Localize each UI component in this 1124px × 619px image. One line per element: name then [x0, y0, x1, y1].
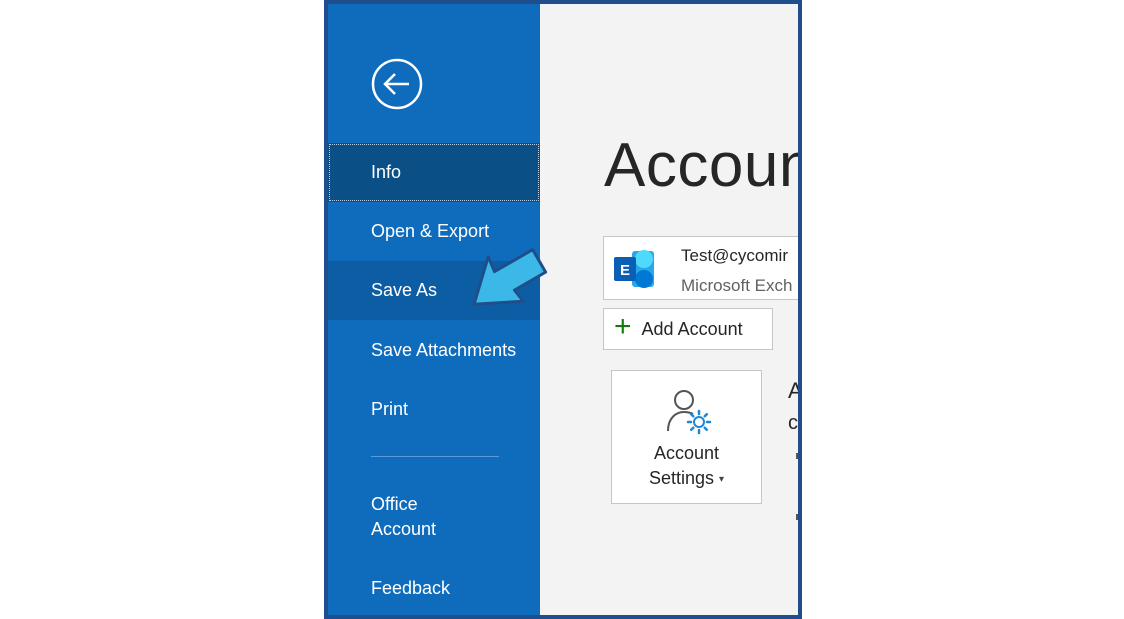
nav-item-save-attachments[interactable]: Save Attachments: [328, 321, 540, 380]
truncated-bullet: [796, 453, 798, 459]
truncated-text: c: [788, 412, 798, 434]
nav-item-label: Office Account: [371, 492, 436, 542]
account-email: Test@cycomir: [681, 246, 788, 265]
back-arrow-circle-icon: [371, 58, 423, 110]
nav-item-info[interactable]: Info: [328, 143, 540, 202]
nav-item-label: Open & Export: [371, 221, 490, 241]
account-settings-label-line1: Account: [653, 443, 720, 463]
page-title: Accoun: [604, 131, 802, 200]
nav-item-print[interactable]: Print: [328, 380, 540, 439]
add-account-button[interactable]: + Add Account: [603, 308, 773, 350]
exchange-icon: E: [614, 250, 654, 288]
pointer-arrow-icon: [472, 248, 548, 306]
nav-item-label: Info: [371, 162, 402, 182]
back-button[interactable]: [371, 58, 423, 110]
account-settings-button[interactable]: Account Settings ▾: [611, 370, 762, 504]
account-type: Microsoft Exch: [681, 276, 793, 295]
nav-item-label-line2: Account: [371, 519, 437, 539]
truncated-heading: A: [788, 378, 802, 403]
nav-item-label: Feedback: [371, 578, 451, 598]
account-selector[interactable]: E Test@cycomir Microsoft Exch: [603, 236, 798, 300]
svg-text:E: E: [620, 262, 630, 279]
account-settings-label: Account Settings ▾: [612, 441, 761, 492]
outlook-backstage-window: Info Open & Export Save As Save Attachme…: [324, 0, 802, 619]
add-account-label: Add Account: [641, 318, 743, 339]
nav-item-label: Print: [371, 399, 409, 419]
nav-item-label-line1: Office: [371, 494, 418, 514]
truncated-bullet: [796, 514, 798, 520]
nav-item-label: Save Attachments: [371, 340, 517, 360]
plus-icon: +: [614, 310, 632, 343]
backstage-content: Accoun E Test@cycomir Microsoft Exch + A…: [540, 4, 798, 615]
nav-item-office-account[interactable]: Office Account: [328, 485, 540, 549]
nav-divider: [371, 456, 499, 457]
account-settings-icon: [667, 390, 712, 435]
account-settings-label-line2: Settings: [648, 468, 714, 488]
nav-item-label: Save As: [371, 280, 438, 300]
nav-item-feedback[interactable]: Feedback: [328, 559, 540, 615]
chevron-down-icon: ▾: [719, 473, 725, 485]
